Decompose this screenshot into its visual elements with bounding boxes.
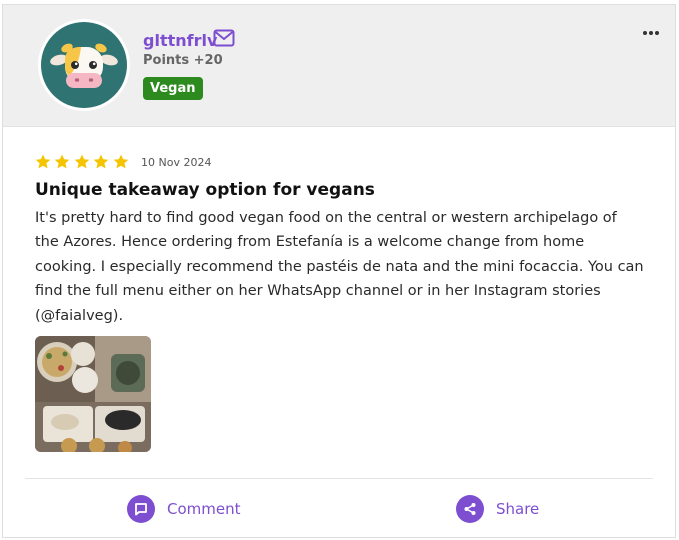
star-icon [93, 154, 109, 169]
review-body: It's pretty hard to find good vegan food… [35, 210, 644, 324]
more-dot [643, 31, 647, 35]
review-date: 10 Nov 2024 [141, 156, 212, 169]
review-title: Unique takeaway option for vegans [35, 180, 375, 200]
comment-button[interactable]: Comment [127, 493, 241, 525]
comment-label: Comment [167, 500, 241, 518]
divider [25, 478, 653, 479]
comment-icon [127, 495, 155, 523]
more-dot [649, 31, 653, 35]
username[interactable]: glttnfrlv [143, 31, 217, 50]
star-icon [35, 154, 51, 169]
review-header: glttnfrlv Points +20 Vegan [3, 5, 675, 127]
review-photo[interactable] [35, 336, 151, 452]
avatar[interactable] [38, 19, 130, 111]
star-icon [55, 154, 70, 169]
mail-icon[interactable] [213, 29, 235, 51]
share-button[interactable]: Share [456, 493, 539, 525]
user-points: Points +20 [143, 53, 223, 68]
more-dot [655, 31, 659, 35]
star-icon [113, 154, 128, 169]
vegan-badge: Vegan [143, 77, 203, 100]
cow-avatar-icon [41, 22, 127, 108]
more-icon[interactable] [643, 25, 659, 41]
share-icon [456, 495, 484, 523]
share-label: Share [496, 500, 540, 518]
star-icon [74, 154, 90, 169]
review-card: glttnfrlv Points +20 Vegan 10 Nov 2024 U… [2, 4, 676, 538]
